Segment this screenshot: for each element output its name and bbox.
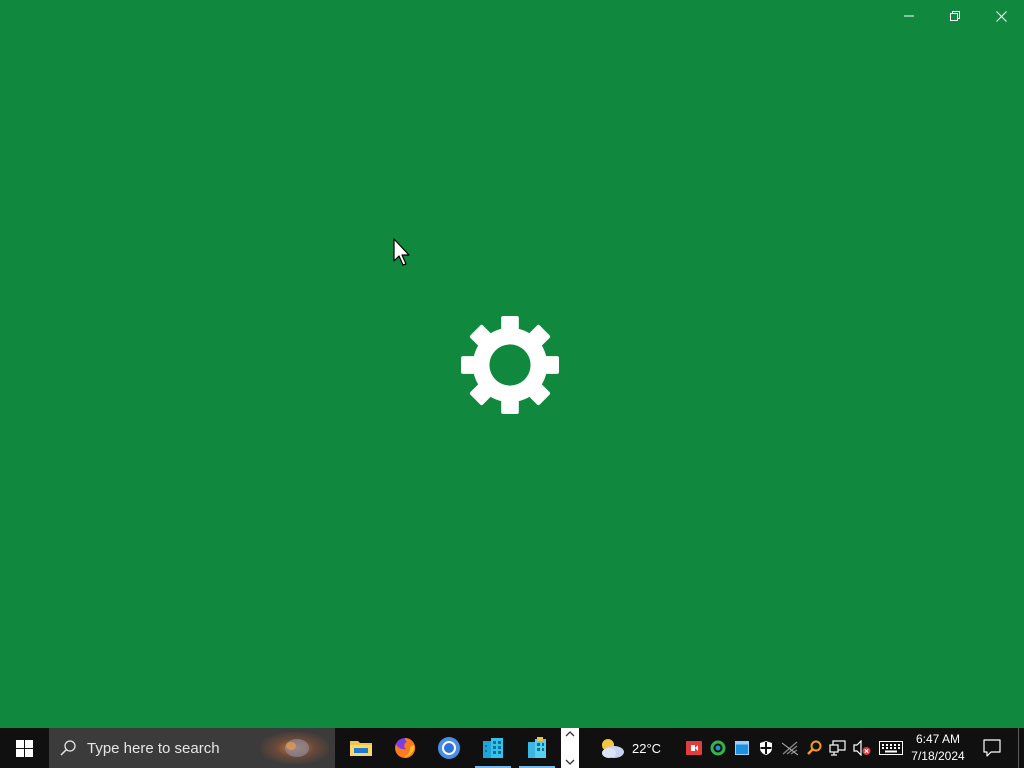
taskbar-app-buildings-2[interactable]: [515, 728, 559, 768]
restore-button[interactable]: [932, 0, 978, 32]
start-button[interactable]: [0, 728, 48, 768]
notification-center-button[interactable]: [972, 728, 1012, 768]
taskbar: Type here to search 22°C 6:47 AM 7/18/20…: [0, 728, 1024, 768]
folder-icon: [350, 741, 372, 756]
network-disabled-icon: [781, 741, 799, 756]
search-icon: [60, 740, 76, 756]
search-placeholder: Type here to search: [87, 739, 220, 757]
tray-network-disabled[interactable]: [780, 738, 800, 758]
weather-widget[interactable]: 22°C: [598, 728, 670, 768]
taskbar-clock[interactable]: 6:47 AM 7/18/2024: [906, 728, 970, 768]
record-icon: [686, 741, 702, 755]
speaker-muted-icon: [853, 740, 871, 756]
monitor-network-icon: [829, 740, 846, 756]
tray-keyboard[interactable]: [878, 738, 904, 758]
chevron-up-icon[interactable]: [565, 730, 575, 738]
taskbar-app-buildings-1[interactable]: [471, 728, 515, 768]
weather-temperature: 22°C: [632, 740, 662, 756]
tray-record[interactable]: [684, 738, 704, 758]
close-icon: [995, 10, 1007, 22]
close-button[interactable]: [978, 0, 1024, 32]
partly-cloudy-icon: [602, 739, 624, 758]
taskbar-scroll-arrows[interactable]: [561, 728, 579, 768]
minimize-button[interactable]: [886, 0, 932, 32]
search-input[interactable]: Type here to search: [49, 728, 335, 768]
window-icon: [735, 741, 749, 755]
firefox-icon: [395, 737, 416, 758]
clock-time: 6:47 AM: [915, 732, 961, 746]
search-tool-icon: [807, 740, 822, 755]
tray-security[interactable]: [756, 738, 776, 758]
buildings-icon: [528, 737, 546, 758]
shield-icon: [760, 741, 772, 755]
window-controls: [886, 0, 1024, 32]
tray-network[interactable]: [828, 738, 848, 758]
screen: Type here to search 22°C 6:47 AM 7/18/20…: [0, 0, 1024, 768]
taskbar-app-firefox[interactable]: [383, 728, 427, 768]
chrome-icon: [438, 737, 460, 759]
tray-sync[interactable]: [708, 738, 728, 758]
tray-volume[interactable]: [852, 738, 872, 758]
mouse-cursor-icon: [393, 238, 410, 266]
tray-window[interactable]: [732, 738, 752, 758]
taskbar-app-file-explorer[interactable]: [339, 728, 383, 768]
buildings-icon: [483, 738, 503, 758]
notification-icon: [983, 739, 1001, 757]
keyboard-icon: [879, 741, 903, 755]
app-splash-window: [0, 0, 1024, 728]
tray-search-tool[interactable]: [804, 738, 824, 758]
gear-icon: [461, 316, 559, 414]
search-icon-wrapper: [49, 740, 87, 756]
restore-icon: [950, 11, 960, 21]
chevron-down-icon[interactable]: [565, 758, 575, 766]
minimize-icon: [904, 15, 914, 17]
show-desktop-button[interactable]: [1018, 728, 1024, 768]
search-highlight-image: [261, 732, 329, 764]
windows-logo-icon: [15, 739, 33, 757]
taskbar-app-chrome[interactable]: [427, 728, 471, 768]
sync-icon: [710, 740, 726, 756]
clock-date: 7/18/2024: [911, 749, 965, 763]
